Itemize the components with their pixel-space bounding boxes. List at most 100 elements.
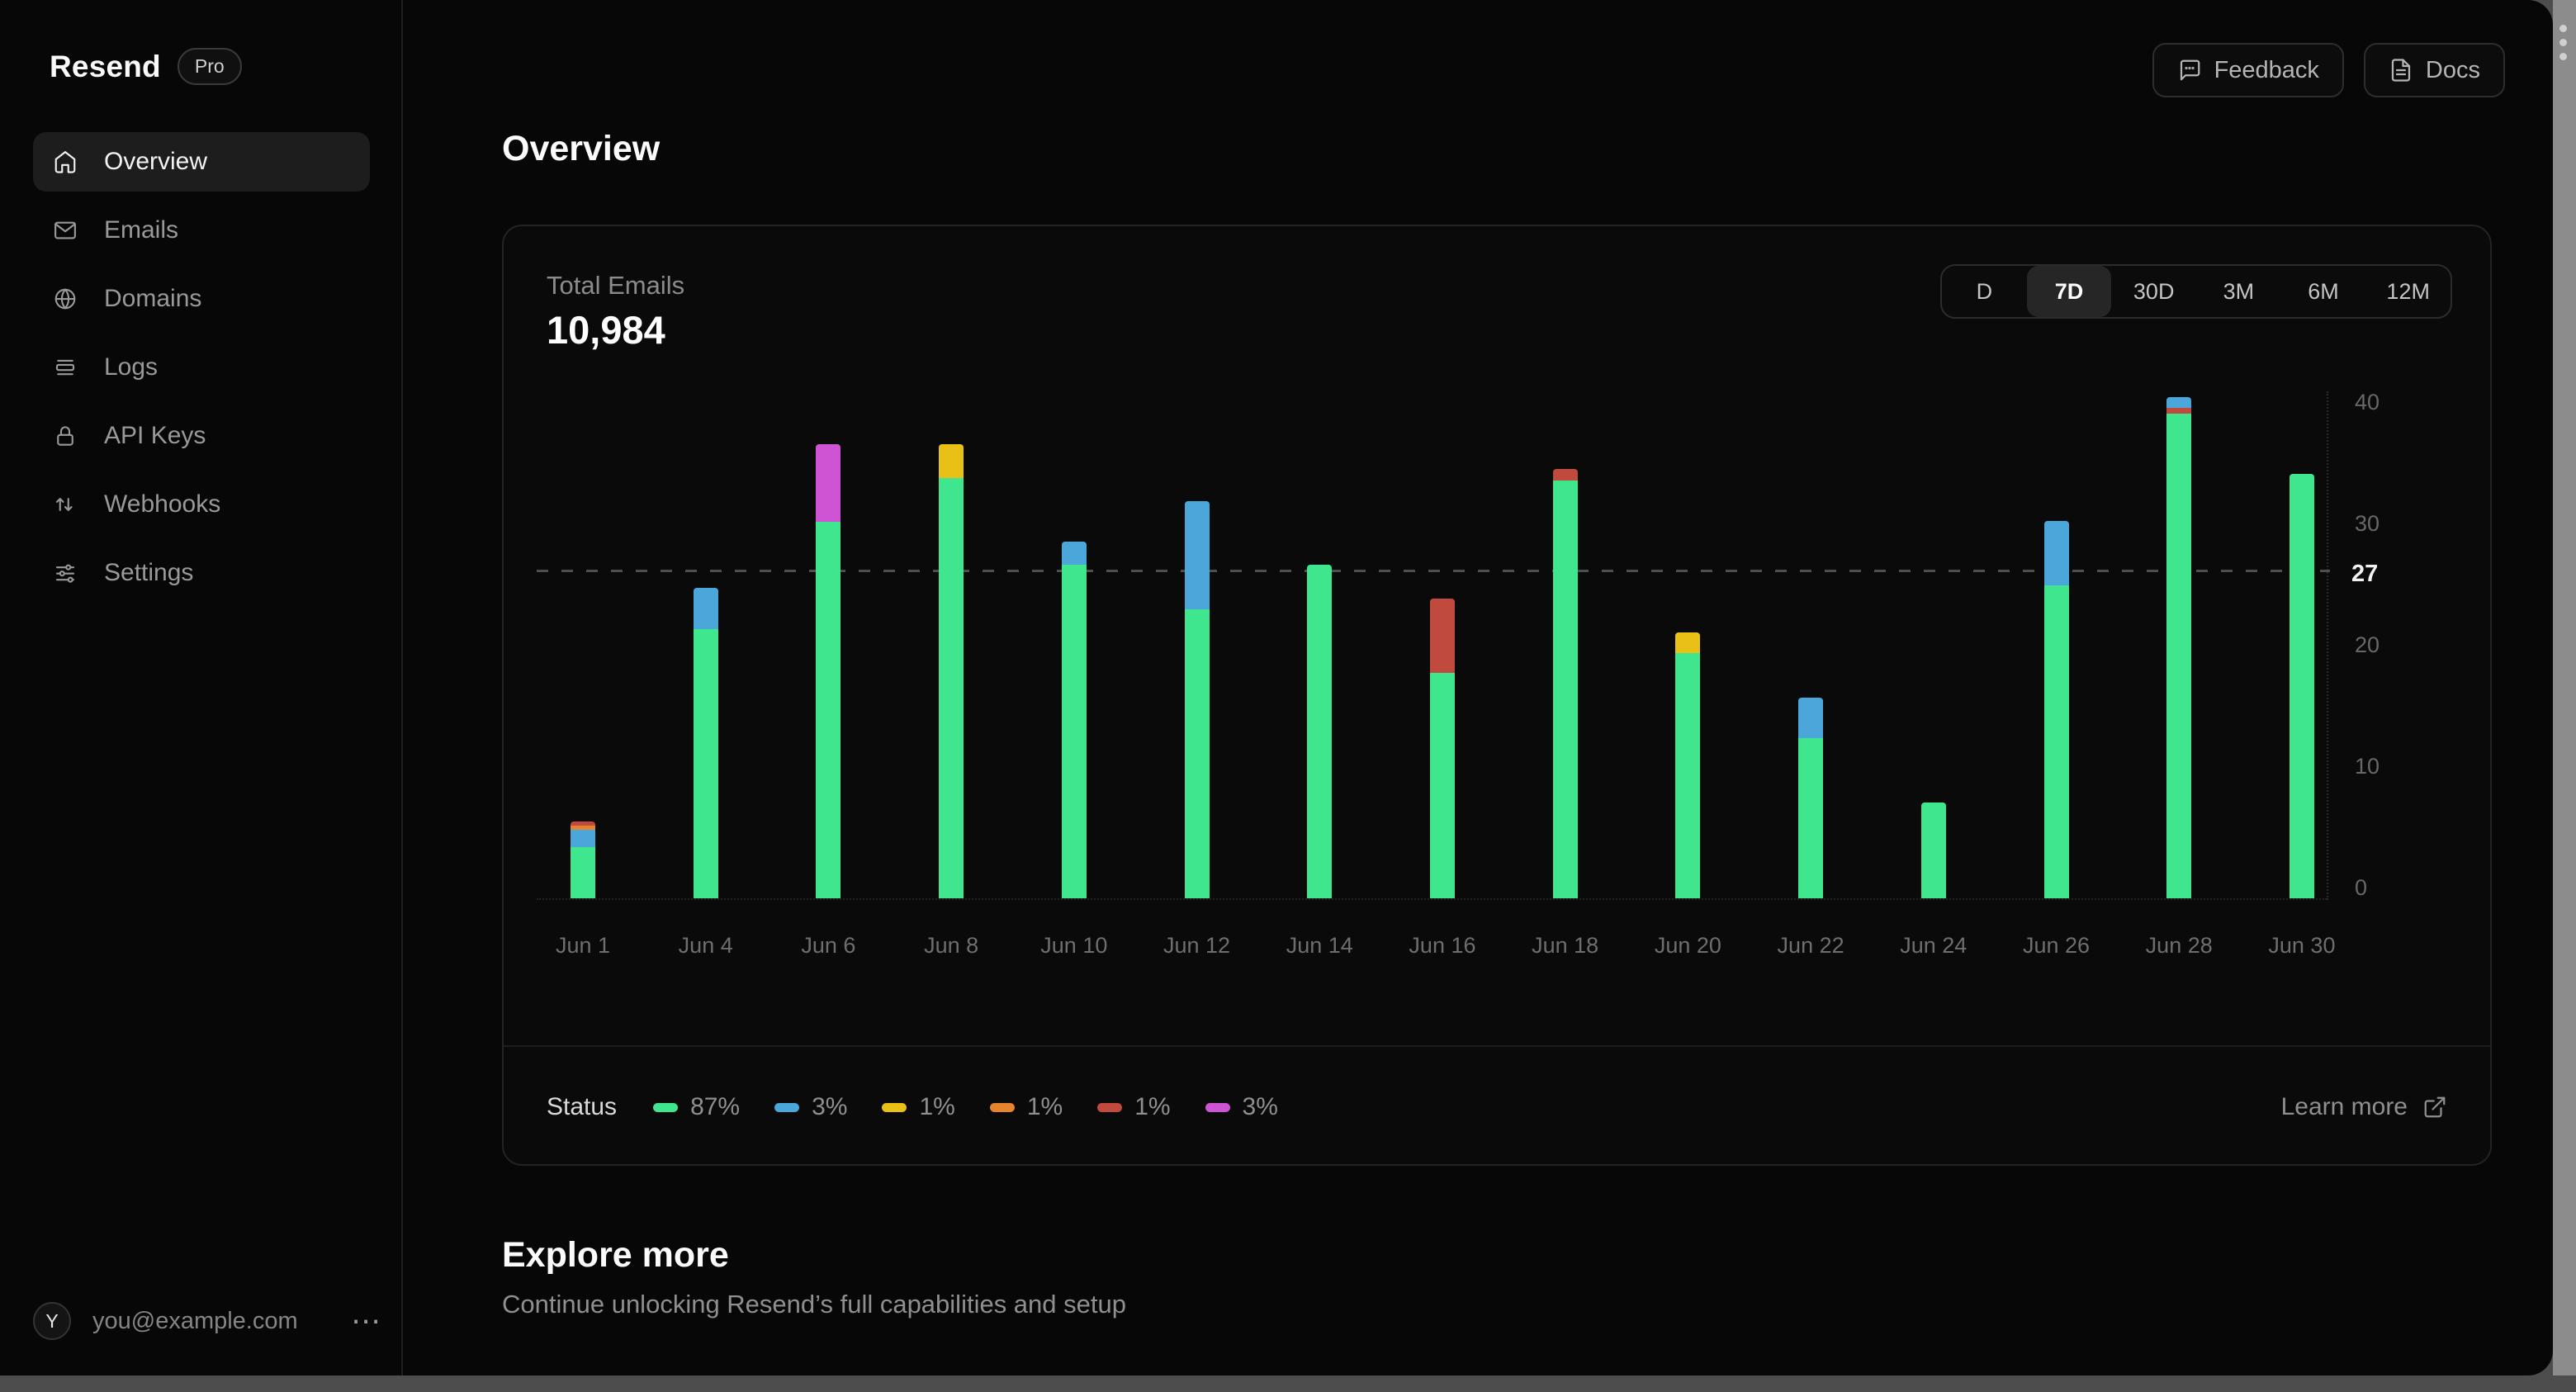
grip-dot	[2559, 25, 2567, 32]
external-link-icon	[2422, 1095, 2447, 1120]
sidebar-item-label: Settings	[104, 559, 194, 586]
x-axis-label: Jun 26	[2022, 933, 2091, 958]
bar-segment-orange	[571, 825, 595, 830]
sidebar-item-label: Logs	[104, 353, 159, 381]
bar-segment-green	[1429, 672, 1455, 898]
stat-value: 10,984	[547, 308, 665, 352]
sliders-icon	[55, 564, 75, 583]
x-axis-label: Jun 24	[1900, 933, 1968, 958]
page-title: Overview	[502, 129, 661, 168]
stat-label: Total Emails	[547, 271, 685, 300]
sidebar-item-label: Webhooks	[104, 490, 221, 518]
legend-entries: 87% 3% 1% 1% 1% 3%	[653, 1093, 1278, 1121]
y-axis-tick: 10	[2355, 754, 2380, 779]
sidebar-item-api-keys[interactable]: API Keys	[33, 406, 370, 466]
range-option-30d[interactable]: 30D	[2111, 266, 2196, 317]
sidebar-item-label: Overview	[104, 148, 208, 175]
sidebar-item-overview[interactable]: Overview	[33, 132, 370, 192]
bar-segment-blue	[1061, 541, 1087, 565]
plan-badge: Pro	[177, 48, 242, 85]
bar-segment-green	[816, 522, 841, 898]
bar-segment-green	[693, 628, 718, 898]
screen: Resend Pro Overview Emails Domains Logs API …	[0, 0, 2576, 1392]
x-axis-label: Jun 4	[678, 933, 733, 958]
sidebar-item-settings[interactable]: Settings	[33, 543, 370, 603]
emails-bar-chart: Jun 1 Jun 4 Jun 6 Jun 8 Jun 10 Jun 12 Jun 14 Ju…	[504, 226, 2493, 1167]
avatar[interactable]: Y	[33, 1302, 71, 1340]
bar-segment-green	[1675, 653, 1701, 898]
legend-percentage: 1%	[1026, 1093, 1063, 1120]
sidebar-item-label: Domains	[104, 285, 202, 312]
x-axis-label: Jun 16	[1409, 933, 1476, 958]
feedback-button[interactable]: Feedback	[2152, 43, 2344, 97]
bar-segment-green	[2289, 473, 2314, 898]
threshold-dashed-line	[537, 570, 2330, 572]
bar-segment-green	[1184, 609, 1210, 898]
y-axis-tick: 0	[2355, 875, 2368, 900]
x-axis-label: Jun 6	[801, 933, 856, 958]
legend-swatch-yellow	[882, 1102, 907, 1112]
legend-entry-yellow: 1%	[882, 1093, 955, 1121]
bar-segment-blue	[693, 587, 718, 629]
explore-more-title: Explore more	[502, 1235, 729, 1275]
range-option-3m[interactable]: 3M	[2196, 266, 2281, 317]
bar-segment-green	[2166, 414, 2192, 898]
range-option-7d[interactable]: 7D	[2026, 266, 2112, 317]
legend-entry-blue: 3%	[774, 1093, 847, 1121]
sidebar-item-label: Emails	[104, 216, 179, 244]
learn-more-link[interactable]: Learn more	[2281, 1093, 2447, 1121]
bar-segment-green	[571, 847, 595, 898]
legend-swatch-orange	[989, 1102, 1015, 1112]
arrows-up-down-icon	[55, 498, 73, 511]
time-range-selector: D 7D 30D 3M 6M 12M	[1940, 264, 2452, 319]
feedback-button-label: Feedback	[2214, 56, 2319, 83]
bar-segment-green	[1061, 564, 1087, 898]
x-axis-label: Jun 10	[1040, 933, 1108, 958]
sidebar-item-logs[interactable]: Logs	[33, 338, 370, 397]
sidebar-item-domains[interactable]: Domains	[33, 269, 370, 329]
range-option-d[interactable]: D	[1942, 266, 2027, 317]
legend-swatch-magenta	[1205, 1102, 1230, 1112]
x-axis-label: Jun 20	[1654, 933, 1721, 958]
bar-segment-green	[1307, 564, 1333, 898]
bar-segment-yellow	[1675, 632, 1701, 654]
total-emails-card: Total Emails 10,984 D 7D 30D 3M 6M 12M Jun 1 J…	[502, 225, 2492, 1166]
mail-icon	[54, 221, 76, 239]
range-option-6m[interactable]: 6M	[2281, 266, 2366, 317]
bar-segment-blue	[2043, 520, 2069, 585]
explore-more-subtitle: Continue unlocking Resend’s full capabil…	[502, 1290, 1126, 1319]
bar-segment-red	[2166, 408, 2192, 414]
logs-icon	[55, 359, 75, 376]
app-window: Resend Pro Overview Emails Domains Logs API …	[0, 0, 2553, 1375]
legend-entry-green: 87%	[653, 1093, 740, 1121]
bar-segment-green	[939, 478, 964, 898]
user-row[interactable]: Y you@example.com ⋯	[33, 1300, 388, 1342]
status-legend: Status 87% 3% 1% 1% 1% 3%	[547, 1093, 1278, 1121]
user-email: you@example.com	[92, 1307, 298, 1334]
bar-segment-green	[1798, 737, 1824, 898]
x-axis-label: Jun 1	[555, 933, 611, 958]
grip-dot	[2559, 53, 2567, 60]
card-footer: Status 87% 3% 1% 1% 1% 3% Learn more	[504, 1047, 2490, 1167]
chat-bubble-icon	[2177, 58, 2202, 83]
legend-percentage: 87%	[690, 1093, 741, 1120]
docs-button[interactable]: Docs	[2363, 43, 2505, 97]
legend-percentage: 1%	[1134, 1093, 1171, 1120]
sidebar-nav: Overview Emails Domains Logs API Keys Webhook…	[33, 132, 370, 612]
bar-segment-red	[1552, 468, 1578, 481]
x-axis-line	[537, 898, 2327, 900]
legend-entry-magenta: 3%	[1205, 1093, 1278, 1121]
x-axis-label: Jun 18	[1532, 933, 1599, 958]
legend-entry-red: 1%	[1097, 1093, 1171, 1121]
range-option-12m[interactable]: 12M	[2365, 266, 2451, 317]
bar-segment-magenta	[816, 444, 841, 523]
bar-segment-yellow	[939, 444, 964, 479]
sidebar-item-emails[interactable]: Emails	[33, 201, 370, 260]
top-actions: Feedback Docs	[2152, 43, 2505, 97]
y-axis-line	[2327, 391, 2328, 900]
user-menu-ellipsis-icon[interactable]: ⋯	[351, 1306, 388, 1336]
bar-segment-red	[1429, 598, 1455, 673]
learn-more-label: Learn more	[2280, 1093, 2408, 1120]
sidebar-item-webhooks[interactable]: Webhooks	[33, 475, 370, 534]
x-axis-label: Jun 28	[2145, 933, 2213, 958]
